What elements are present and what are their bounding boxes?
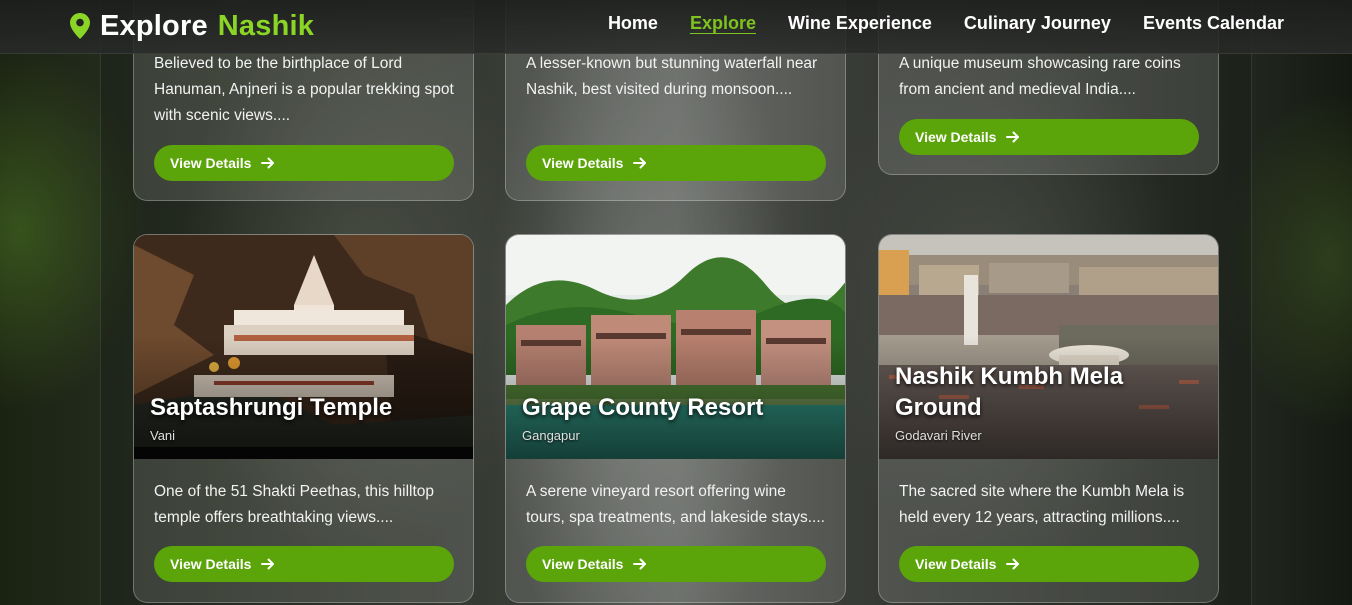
view-details-button[interactable]: View Details xyxy=(154,546,454,582)
card-location: Godavari River xyxy=(895,428,982,443)
brand-logo[interactable]: Explore Nashik xyxy=(70,10,314,42)
map-pin-icon xyxy=(70,13,90,39)
card-description: A unique museum showcasing rare coins fr… xyxy=(899,55,1181,98)
card-description: The sacred site where the Kumbh Mela is … xyxy=(899,483,1185,526)
arrow-right-icon xyxy=(261,157,275,169)
navbar: Explore Nashik Home Explore Wine Experie… xyxy=(0,0,1352,54)
view-details-label: View Details xyxy=(915,129,997,145)
view-details-button[interactable]: View Details xyxy=(154,145,454,181)
image-shade xyxy=(879,235,1218,459)
view-details-button[interactable]: View Details xyxy=(899,546,1199,582)
nav-link-explore[interactable]: Explore xyxy=(690,13,756,34)
place-image-temple[interactable]: Saptashrungi Temple Vani xyxy=(134,235,473,459)
place-card-grape-county: Grape County Resort Gangapur A serene vi… xyxy=(505,234,846,603)
view-details-button[interactable]: View Details xyxy=(526,546,826,582)
card-title: Nashik Kumbh Mela Ground xyxy=(895,363,1124,421)
view-details-label: View Details xyxy=(915,556,997,572)
place-image-resort[interactable]: Grape County Resort Gangapur xyxy=(506,235,845,459)
nav-link-events-calendar[interactable]: Events Calendar xyxy=(1143,13,1284,34)
nav-link-home[interactable]: Home xyxy=(608,13,658,34)
brand-prefix: Explore xyxy=(100,9,208,42)
nav-links: Home Explore Wine Experience Culinary Jo… xyxy=(608,13,1284,34)
card-description: A lesser-known but stunning waterfall ne… xyxy=(526,55,818,98)
nav-link-wine-experience[interactable]: Wine Experience xyxy=(788,13,932,34)
view-details-label: View Details xyxy=(170,155,252,171)
arrow-right-icon xyxy=(261,558,275,570)
card-description: One of the 51 Shakti Peethas, this hillt… xyxy=(154,483,435,526)
arrow-right-icon xyxy=(633,558,647,570)
view-details-button[interactable]: View Details xyxy=(526,145,826,181)
place-card-kumbh-mela: Nashik Kumbh Mela Ground Godavari River … xyxy=(878,234,1219,603)
arrow-right-icon xyxy=(1006,131,1020,143)
arrow-right-icon xyxy=(1006,558,1020,570)
view-details-label: View Details xyxy=(542,155,624,171)
card-title: Grape County Resort xyxy=(522,394,764,421)
view-details-label: View Details xyxy=(170,556,252,572)
card-description: A serene vineyard resort offering wine t… xyxy=(526,483,825,526)
brand-accent: Nashik xyxy=(217,9,315,42)
card-title: Saptashrungi Temple xyxy=(150,394,393,421)
card-location: Gangapur xyxy=(522,428,580,443)
card-description: Believed to be the birthplace of Lord Ha… xyxy=(154,55,454,124)
image-shade xyxy=(506,235,845,459)
place-image-ghat[interactable]: Nashik Kumbh Mela Ground Godavari River xyxy=(879,235,1218,459)
place-card-saptashrungi: Saptashrungi Temple Vani One of the 51 S… xyxy=(133,234,474,603)
card-location: Vani xyxy=(150,428,176,443)
view-details-button[interactable]: View Details xyxy=(899,119,1199,155)
image-shade xyxy=(134,235,473,459)
nav-link-culinary-journey[interactable]: Culinary Journey xyxy=(964,13,1111,34)
view-details-label: View Details xyxy=(542,556,624,572)
arrow-right-icon xyxy=(633,157,647,169)
